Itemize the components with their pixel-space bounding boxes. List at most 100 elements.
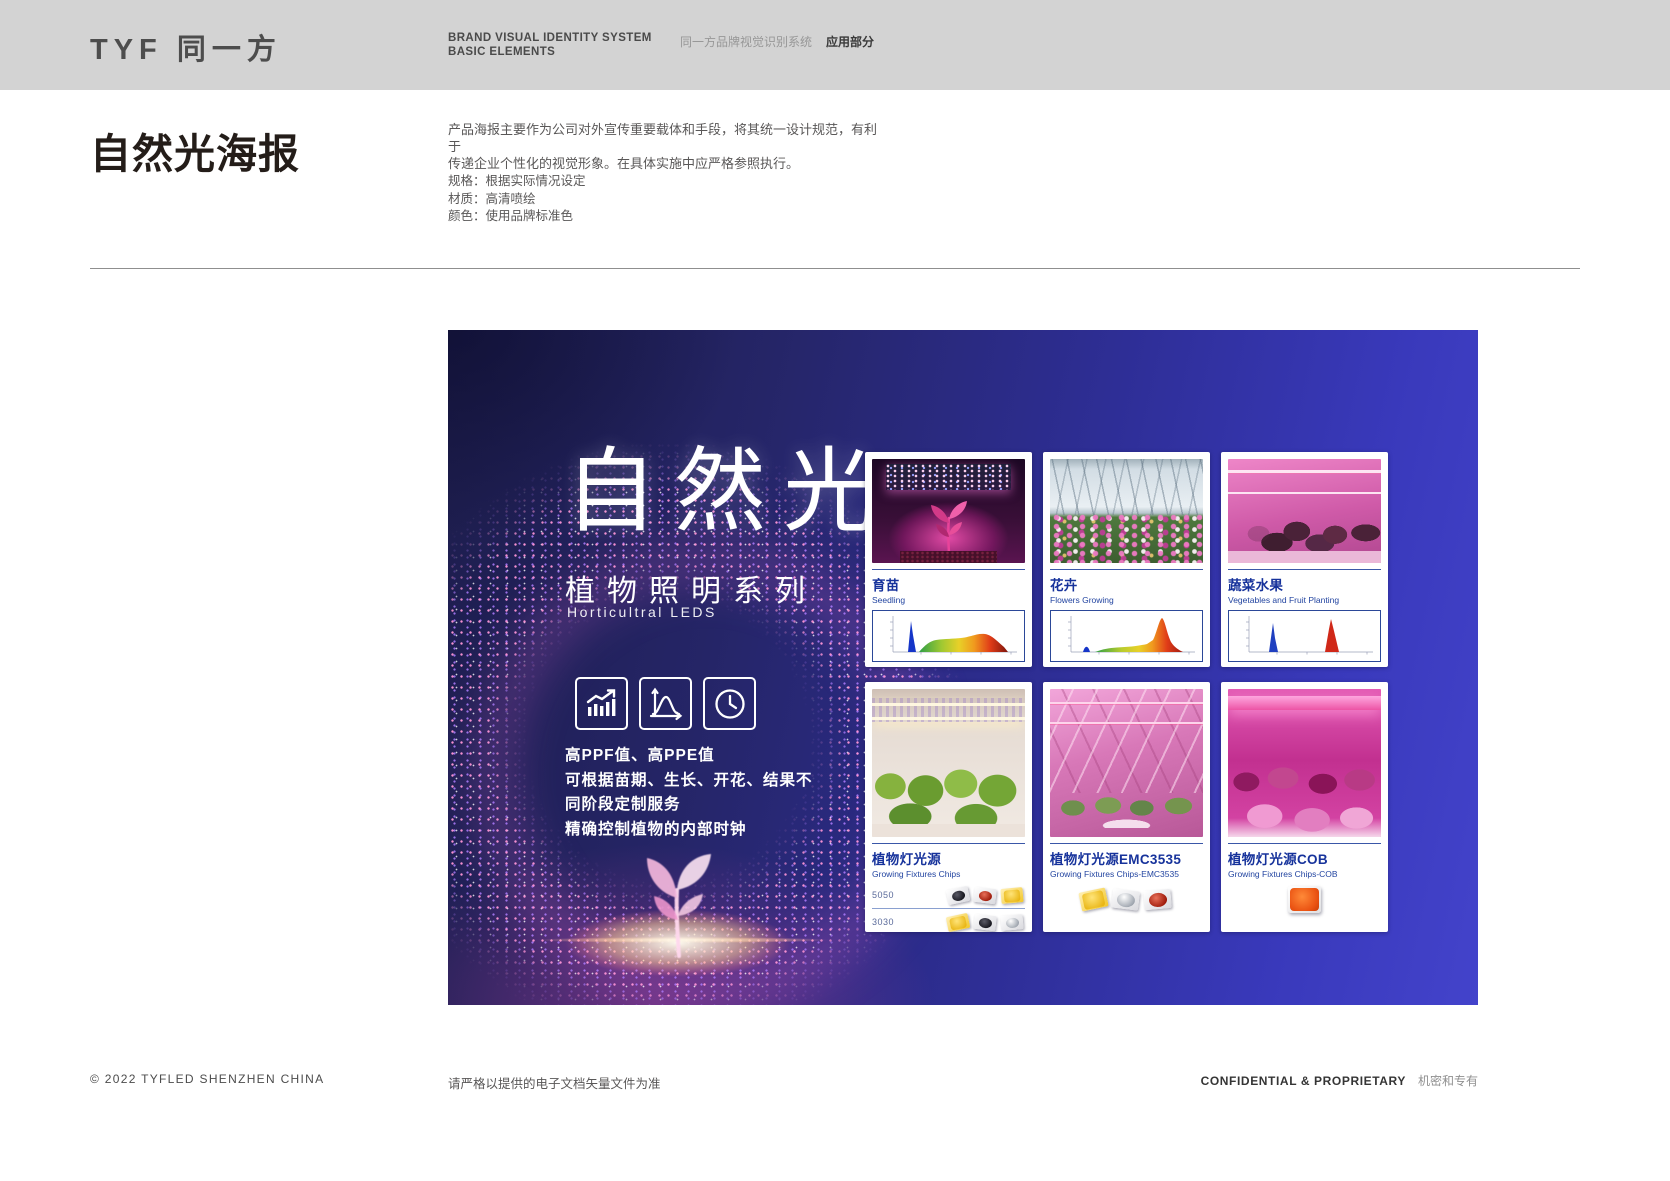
led-chip-yellow (1078, 887, 1108, 911)
header-section-label: 应用部分 (826, 35, 874, 49)
card-divider (1050, 569, 1203, 570)
card-title: 植物灯光源 (872, 848, 1025, 868)
feature-text-block: 高PPF值、高PPE值 可根据苗期、生长、开花、结果不 同阶段定制服务 精确控制… (565, 744, 813, 842)
chip-images (947, 915, 1025, 930)
seedling-photo (872, 459, 1025, 563)
growth-chart-icon (575, 677, 628, 730)
card-divider (872, 843, 1025, 844)
lettuce-photo (872, 689, 1025, 837)
header-system-name-cn: 同一方品牌视觉识别系统应用部分 (680, 33, 874, 50)
chip-size-label: 5050 (872, 890, 904, 900)
card-title: 植物灯光源EMC3535 (1050, 848, 1203, 868)
header-bar: TYF 同一方 BRAND VISUAL IDENTITY SYSTEM BAS… (0, 0, 1670, 90)
card-title: 育苗 (872, 574, 1025, 594)
sprout-illustration (613, 828, 743, 958)
crops-graphic (1050, 778, 1203, 828)
poster-series-subtitle-en: Horticultral LEDS (567, 604, 717, 620)
card-subtitle: Growing Fixtures Chips-COB (1228, 869, 1381, 879)
brand-logo: TYF 同一方 (90, 26, 282, 68)
description-line: 传递企业个性化的视觉形象。在具体实施中应严格参照执行。 (448, 155, 878, 172)
header-system-cn: 同一方品牌视觉识别系统 (680, 35, 812, 49)
led-chip-dark (946, 885, 971, 904)
confidential-en: CONFIDENTIAL & PROPRIETARY (1201, 1074, 1406, 1088)
card-divider (872, 569, 1025, 570)
header-system-line2: BASIC ELEMENTS (448, 45, 652, 59)
header-system-name-en: BRAND VISUAL IDENTITY SYSTEM BASIC ELEME… (448, 31, 652, 59)
cob-led-chip (1288, 886, 1321, 913)
chip-row-5050: 5050 (872, 883, 1025, 907)
led-chip-silver (1111, 888, 1140, 910)
spectrum-curve-icon (639, 677, 692, 730)
led-chip-yellow (1000, 887, 1023, 904)
card-subtitle: Growing Fixtures Chips (872, 869, 1025, 879)
card-divider (1228, 569, 1381, 570)
card-subtitle: Vegetables and Fruit Planting (1228, 595, 1381, 605)
led-chip-dark (973, 913, 997, 931)
card-seedling: 育苗 Seedling (865, 452, 1032, 667)
spec-item: 规格：根据实际情况设定 (448, 173, 586, 191)
feature-line: 同阶段定制服务 (565, 793, 813, 818)
led-bars-graphic (1050, 693, 1203, 731)
product-card-grid: 育苗 Seedling (865, 452, 1388, 932)
led-chip-yellow (946, 912, 971, 931)
chip-images (1228, 886, 1381, 913)
vertical-farm-photo (1050, 689, 1203, 837)
chip-images (1050, 887, 1203, 911)
feature-line: 高PPF值、高PPE值 (565, 744, 813, 769)
spec-item: 材质：高清喷绘 (448, 191, 586, 209)
lettuce-graphic (872, 739, 1025, 825)
header-system-line1: BRAND VISUAL IDENTITY SYSTEM (448, 31, 652, 45)
card-chips: 植物灯光源 Growing Fixtures Chips 5050 3030 (865, 682, 1032, 932)
card-subtitle: Seedling (872, 595, 1025, 605)
led-bars-graphic (1228, 463, 1381, 494)
footer-copyright: © 2022 TYFLED SHENZHEN CHINA (90, 1072, 324, 1086)
flowers-photo (1050, 459, 1203, 563)
led-tubes-graphic (872, 698, 1025, 722)
vegetables-photo (1228, 459, 1381, 563)
card-divider (1050, 843, 1203, 844)
page-title: 自然光海报 (90, 120, 300, 180)
led-chip-red (1143, 888, 1172, 909)
magenta-crops-photo (1228, 689, 1381, 837)
clock-icon (703, 677, 756, 730)
seedling-plant-graphic (919, 497, 979, 553)
spec-item: 颜色：使用品牌标准色 (448, 208, 586, 226)
led-chip-silver (1000, 914, 1023, 931)
card-subtitle: Growing Fixtures Chips-EMC3535 (1050, 869, 1203, 879)
divider-rule (90, 268, 1580, 269)
crops-graphic (1228, 742, 1381, 837)
spectrum-chart (872, 610, 1025, 662)
card-title: 植物灯光源COB (1228, 848, 1381, 868)
chip-images (947, 888, 1025, 903)
feature-line: 精确控制植物的内部时钟 (565, 818, 813, 843)
poster-preview: 自然光 植物照明系列 Horticultral LEDS (448, 330, 1478, 1005)
chip-row-divider (872, 908, 1025, 909)
card-title: 花卉 (1050, 574, 1203, 594)
card-flowers: 花卉 Flowers Growing (1043, 452, 1210, 667)
led-panel-graphic (886, 464, 1011, 490)
footer-notice: 请严格以提供的电子文档矢量文件为准 (448, 1073, 661, 1092)
poster-title: 自然光 (565, 442, 892, 542)
feature-icon-row (575, 677, 756, 730)
footer-confidential: CONFIDENTIAL & PROPRIETARY 机密和专有 (1201, 1072, 1478, 1089)
card-title: 蔬菜水果 (1228, 574, 1381, 594)
chip-row-3030: 3030 (872, 910, 1025, 932)
card-divider (1228, 843, 1381, 844)
page-description: 产品海报主要作为公司对外宣传重要载体和手段，将其统一设计规范，有利于 传递企业个… (448, 121, 878, 172)
confidential-cn: 机密和专有 (1418, 1074, 1478, 1088)
chip-size-label: 3030 (872, 917, 904, 927)
tray-graphic (872, 824, 1025, 837)
chip-rows: 5050 3030 (872, 883, 1025, 932)
flower-field-graphic (1050, 513, 1203, 563)
brand-manual-page: TYF 同一方 BRAND VISUAL IDENTITY SYSTEM BAS… (0, 0, 1670, 1181)
description-line: 产品海报主要作为公司对外宣传重要载体和手段，将其统一设计规范，有利于 (448, 121, 878, 155)
tomato-plants-graphic (1228, 505, 1381, 553)
card-emc3535: 植物灯光源EMC3535 Growing Fixtures Chips-EMC3… (1043, 682, 1210, 932)
greenhouse-roof-graphic (1050, 459, 1203, 515)
card-subtitle: Flowers Growing (1050, 595, 1203, 605)
spec-list: 规格：根据实际情况设定 材质：高清喷绘 颜色：使用品牌标准色 (448, 173, 586, 226)
soil-graphic (900, 551, 998, 563)
bench-graphic (1228, 551, 1381, 563)
card-cob: 植物灯光源COB Growing Fixtures Chips-COB (1221, 682, 1388, 932)
led-chip-red (973, 886, 997, 904)
